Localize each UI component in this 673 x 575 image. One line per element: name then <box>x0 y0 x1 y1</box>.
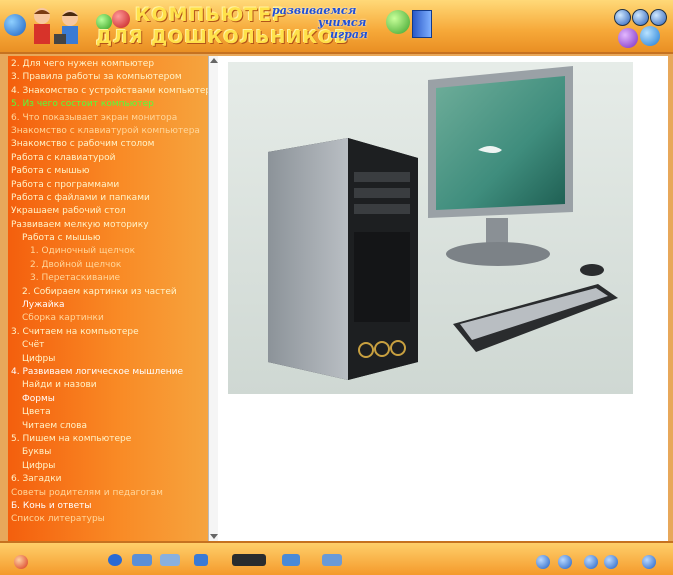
menu-list: 2. Для чего нужен компьютер 3. Правила ра… <box>8 56 208 527</box>
blue-ball-icon <box>640 26 660 46</box>
sidebar-item[interactable]: Лужайка <box>8 299 208 312</box>
sidebar-item[interactable]: 4. Знакомство с устройствами компьютера <box>8 85 208 98</box>
purple-ball-icon <box>618 28 638 48</box>
brush-icon[interactable] <box>232 554 266 566</box>
folder-icon[interactable] <box>194 554 208 566</box>
forward-icon[interactable] <box>558 555 572 569</box>
content-panel <box>218 56 668 541</box>
red-ball-icon <box>112 10 130 28</box>
sidebar-item[interactable]: 2. Для чего нужен компьютер <box>8 58 208 71</box>
globe-tool-icon[interactable] <box>108 554 122 566</box>
exit-icon[interactable] <box>642 555 656 569</box>
sidebar-item[interactable]: Счёт <box>8 339 208 352</box>
sidebar-item[interactable]: Цифры <box>8 353 208 366</box>
sidebar-item[interactable]: 2. Двойной щелчок <box>8 259 208 272</box>
sidebar-item[interactable]: Советы родителям и педагогам <box>8 487 208 500</box>
sidebar-item[interactable]: Буквы <box>8 446 208 459</box>
sidebar-item[interactable]: Работа с мышью <box>8 165 208 178</box>
sidebar-item[interactable]: Б. Конь и ответы <box>8 500 208 513</box>
sidebar-item[interactable]: Список литературы <box>8 513 208 526</box>
book-icon <box>412 10 432 38</box>
children-icon <box>30 6 90 50</box>
sidebar-item[interactable]: 4. Развиваем логическое мышление <box>8 366 208 379</box>
home-icon[interactable] <box>584 555 598 569</box>
sidebar-item[interactable]: 5. Пишем на компьютере <box>8 433 208 446</box>
sidebar-menu: 2. Для чего нужен компьютер 3. Правила ра… <box>8 56 208 541</box>
app-header: КОМПЬЮТЕР ДЛЯ ДОШКОЛЬНИКОВ развиваемся у… <box>0 0 673 54</box>
back-icon[interactable] <box>536 555 550 569</box>
sidebar-item[interactable]: Работа с мышью <box>8 232 208 245</box>
maximize-button[interactable] <box>632 9 649 26</box>
sidebar-item[interactable]: 1. Одиночный щелчок <box>8 245 208 258</box>
green-ball-2-icon <box>386 10 410 34</box>
sidebar-item[interactable]: Украшаем рабочий стол <box>8 205 208 218</box>
sidebar-item[interactable]: 3. Правила работы за компьютером <box>8 71 208 84</box>
slogan-play: играя <box>330 28 368 41</box>
minimize-button[interactable] <box>614 9 631 26</box>
sidebar-item[interactable]: Знакомство с клавиатурой компьютера <box>8 125 208 138</box>
sidebar-item[interactable]: Работа с файлами и папками <box>8 192 208 205</box>
computer-photo <box>228 62 633 394</box>
sidebar-item[interactable]: Читаем слова <box>8 420 208 433</box>
sidebar-item[interactable]: Найди и назови <box>8 379 208 392</box>
sidebar-item[interactable]: Цвета <box>8 406 208 419</box>
sidebar-item[interactable]: Развиваем мелкую моторику <box>8 219 208 232</box>
start-icon[interactable] <box>14 555 28 569</box>
sidebar-item[interactable]: 6. Что показывает экран монитора <box>8 112 208 125</box>
sidebar-item[interactable]: 3. Перетаскивание <box>8 272 208 285</box>
sidebar-item[interactable]: Работа с программами <box>8 179 208 192</box>
close-button[interactable] <box>650 9 667 26</box>
speaker-icon[interactable] <box>322 554 342 566</box>
sidebar-item[interactable]: Сборка картинки <box>8 312 208 325</box>
help-icon[interactable] <box>604 555 618 569</box>
app-footer <box>0 541 673 575</box>
pen-tool-icon[interactable] <box>132 554 152 566</box>
app-title-line2: ДЛЯ ДОШКОЛЬНИКОВ <box>96 27 350 48</box>
app-title-line1: КОМПЬЮТЕР <box>135 4 288 26</box>
sidebar-item[interactable]: 6. Загадки <box>8 473 208 486</box>
sidebar-item[interactable]: Знакомство с рабочим столом <box>8 138 208 151</box>
calculator-icon[interactable] <box>160 554 180 566</box>
monitor-icon[interactable] <box>282 554 300 566</box>
scroll-down-arrow-icon[interactable] <box>210 534 218 539</box>
sidebar-item[interactable]: 3. Считаем на компьютере <box>8 326 208 339</box>
globe-icon <box>4 14 26 36</box>
sidebar-item[interactable]: Формы <box>8 393 208 406</box>
scroll-up-arrow-icon[interactable] <box>210 58 218 63</box>
sidebar-item[interactable]: 2. Собираем картинки из частей <box>8 286 208 299</box>
sidebar-item[interactable]: Цифры <box>8 460 208 473</box>
sidebar-item[interactable]: Работа с клавиатурой <box>8 152 208 165</box>
sidebar-item[interactable]: 5. Из чего состоит компьютер <box>8 98 208 111</box>
